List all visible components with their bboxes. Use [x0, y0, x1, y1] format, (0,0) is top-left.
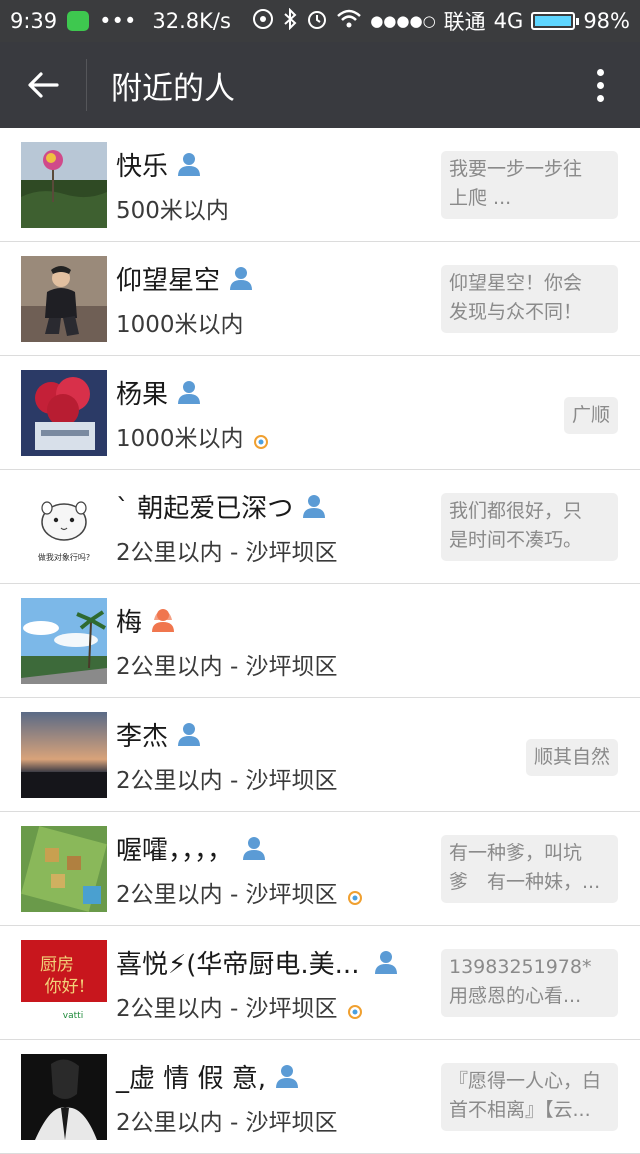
- male-icon: [373, 949, 399, 975]
- person-name: 喔嚯，，，，: [116, 835, 234, 866]
- nearby-people-list: 快乐 500米以内 我要一步一步往 上爬 ... 仰望星空 1000米以内 仰望…: [0, 128, 640, 1154]
- avatar: 厨房 你好! vatti: [21, 940, 107, 1026]
- distance-label: 2公里以内 - 沙坪坝区: [116, 540, 338, 566]
- signature-line: 仰望星空！你会: [449, 272, 583, 294]
- person-name: 快乐: [116, 151, 169, 182]
- distance-label: 2公里以内 - 沙坪坝区: [116, 1110, 338, 1136]
- hotspot-icon: [252, 8, 274, 35]
- avatar: [21, 370, 107, 456]
- distance-label: 1000米以内: [116, 426, 244, 452]
- list-item[interactable]: 李杰 2公里以内 - 沙坪坝区 顺其自然: [0, 698, 640, 812]
- distance-label: 2公里以内 - 沙坪坝区: [116, 654, 338, 680]
- signature-line: 用感恩的心看...: [449, 985, 582, 1007]
- title-divider: [86, 59, 87, 111]
- person-name: 梅: [116, 607, 143, 638]
- person-name: 李杰: [116, 721, 169, 752]
- person-name: 喜悦⚡(华帝厨电.美...: [116, 949, 360, 980]
- distance-label: 500米以内: [116, 198, 229, 224]
- avatar: [21, 256, 107, 342]
- avatar: 做我对象行吗?: [21, 484, 107, 570]
- signature-line: 我们都很好，只: [449, 500, 583, 522]
- more-dot-icon: [596, 68, 604, 76]
- status-more-dots: •••: [99, 9, 137, 33]
- signature-line: 13983251978*: [449, 956, 592, 978]
- network-type: 4G: [493, 9, 524, 33]
- signature-bubble: 我要一步一步往 上爬 ...: [441, 151, 618, 219]
- signature-bubble: 13983251978* 用感恩的心看...: [441, 949, 618, 1017]
- avatar: [21, 712, 107, 798]
- moments-icon: [347, 885, 362, 905]
- signature-bubble: 顺其自然: [525, 739, 618, 776]
- alarm-icon: [306, 8, 328, 35]
- list-item[interactable]: 快乐 500米以内 我要一步一步往 上爬 ...: [0, 128, 640, 242]
- list-item[interactable]: 喔嚯，，，， 2公里以内 - 沙坪坝区 有一种爹，叫坑 爹 有一种妹，...: [0, 812, 640, 926]
- title-bar: 附近的人: [0, 42, 640, 128]
- more-dot-icon: [596, 94, 604, 102]
- more-options-button[interactable]: [580, 62, 620, 108]
- signature-bubble: 仰望星空！你会 发现与众不同！: [441, 265, 618, 333]
- distance-label: 2公里以内 - 沙坪坝区: [116, 882, 338, 908]
- signature-line: 是时间不凑巧。: [449, 529, 583, 551]
- list-item[interactable]: _虚 情 假 意, 2公里以内 - 沙坪坝区 『愿得一人心，白 首不相离』【云.…: [0, 1040, 640, 1154]
- person-name: _虚 情 假 意,: [116, 1063, 267, 1094]
- moments-icon: [253, 429, 268, 449]
- bluetooth-icon: [282, 7, 298, 35]
- list-item[interactable]: 梅 2公里以内 - 沙坪坝区: [0, 584, 640, 698]
- list-item[interactable]: 仰望星空 1000米以内 仰望星空！你会 发现与众不同！: [0, 242, 640, 356]
- signal-strength: ●●●●○: [370, 12, 436, 30]
- signature-line: 首不相离』【云...: [449, 1099, 591, 1121]
- signature-bubble: 有一种爹，叫坑 爹 有一种妹，...: [441, 835, 618, 903]
- avatar: [21, 826, 107, 912]
- signature-line: 发现与众不同！: [449, 301, 583, 323]
- list-item[interactable]: 厨房 你好! vatti 喜悦⚡(华帝厨电.美... 2公里以内 - 沙坪坝区 …: [0, 926, 640, 1040]
- signature-line: 上爬 ...: [449, 187, 512, 209]
- list-item[interactable]: 杨果 1000米以内 广顺: [0, 356, 640, 470]
- male-icon: [176, 379, 202, 405]
- wechat-notification-icon: [67, 11, 90, 31]
- male-icon: [301, 493, 327, 519]
- page-title: 附近的人: [111, 70, 235, 107]
- male-icon: [176, 721, 202, 747]
- person-name: 仰望星空: [116, 265, 221, 296]
- signature-line: 顺其自然: [533, 746, 610, 768]
- signature-line: 我要一步一步往: [449, 158, 583, 180]
- battery-icon: [531, 12, 580, 30]
- female-icon: [150, 607, 176, 633]
- avatar-brand: vatti: [63, 1011, 83, 1021]
- wifi-icon: [336, 8, 362, 35]
- avatar-caption: 做我对象行吗?: [38, 552, 90, 562]
- male-icon: [274, 1063, 300, 1089]
- back-button[interactable]: [0, 42, 86, 128]
- distance-label: 2公里以内 - 沙坪坝区: [116, 996, 338, 1022]
- signature-bubble: 『愿得一人心，白 首不相离』【云...: [441, 1063, 618, 1131]
- distance-label: 2公里以内 - 沙坪坝区: [116, 768, 338, 794]
- signature-line: 『愿得一人心，白: [449, 1070, 602, 1092]
- status-time: 9:39: [10, 9, 58, 33]
- avatar: [21, 598, 107, 684]
- battery-percent: 98%: [583, 9, 630, 33]
- male-icon: [176, 151, 202, 177]
- status-bar: 9:39 ••• 32.8K/s ●●●●○ 联通 4G 98%: [0, 0, 640, 42]
- distance-label: 1000米以内: [116, 312, 244, 338]
- carrier: 联通: [443, 10, 486, 34]
- list-item[interactable]: 做我对象行吗? ˋ 朝起爱已深つ 2公里以内 - 沙坪坝区 我们都很好，只 是时…: [0, 470, 640, 584]
- network-speed: 32.8K/s: [152, 9, 231, 33]
- male-icon: [241, 835, 267, 861]
- signature-line: 广顺: [571, 404, 610, 426]
- person-name: 杨果: [116, 379, 169, 410]
- back-arrow-icon: [28, 72, 59, 98]
- signature-line: 爹 有一种妹，...: [449, 871, 601, 893]
- avatar-text: 你好!: [45, 977, 86, 997]
- signature-line: 有一种爹，叫坑: [449, 842, 583, 864]
- signature-bubble: 广顺: [563, 397, 618, 434]
- more-dot-icon: [596, 81, 604, 89]
- signature-bubble: 我们都很好，只 是时间不凑巧。: [441, 493, 618, 561]
- avatar: [21, 142, 107, 228]
- avatar-text: 厨房: [40, 955, 74, 975]
- person-name: ˋ 朝起爱已深つ: [116, 493, 294, 524]
- avatar: [21, 1054, 107, 1140]
- moments-icon: [347, 999, 362, 1019]
- male-icon: [228, 265, 254, 291]
